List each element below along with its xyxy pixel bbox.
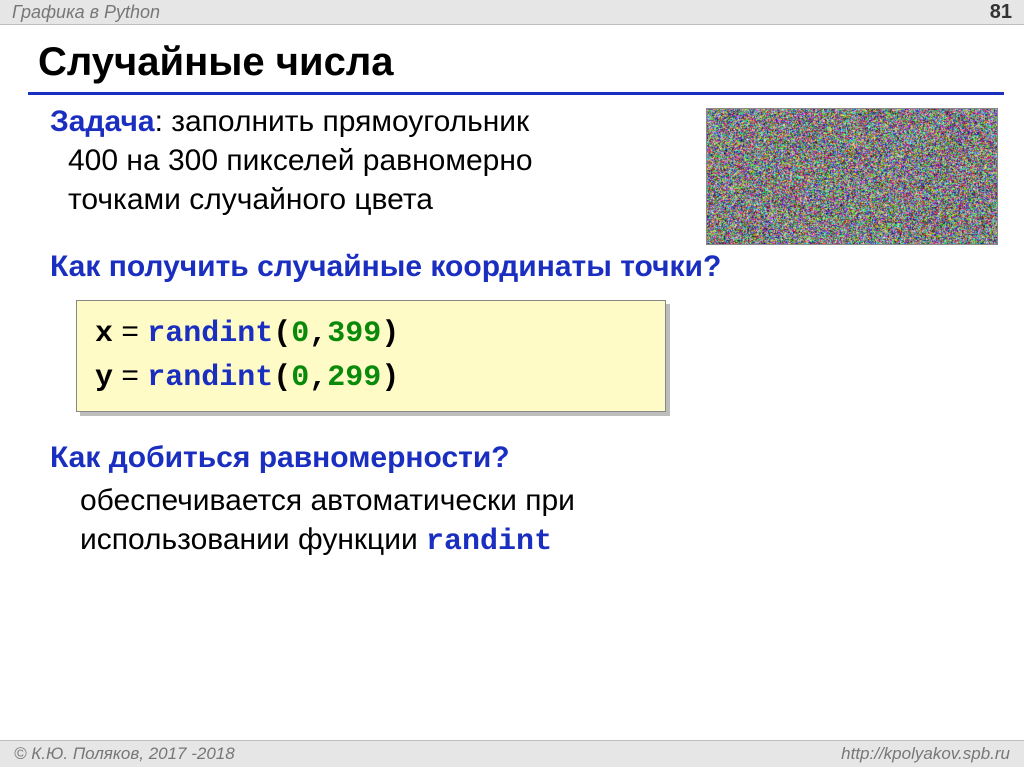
code-block: x = randint(0,399) y = randint(0,299) [76,300,666,412]
code-close2: ) [381,361,399,395]
code-line-2: y = randint(0,299) [95,355,647,399]
code-open2: ( [273,361,291,395]
header-bar: Графика в Python 81 [0,0,1024,25]
answer-line2-text: использовании функции [80,523,426,556]
footer-copyright: © К.Ю. Поляков, 2017 -2018 [14,744,235,764]
task-line3: точками случайного цвета [50,180,984,219]
code-299: 299 [327,361,381,395]
answer-paragraph: обеспечивается автоматически при использ… [50,481,984,562]
slide-title: Случайные числа [38,40,393,85]
answer-line2-mono: randint [426,525,552,559]
code-eq2: = [113,359,147,392]
task-line2: 400 на 300 пикселей равномерно [50,141,984,180]
task-colon: : [155,105,172,138]
slide-body: Задача: заполнить прямоугольник 400 на 3… [50,102,984,562]
task-line1: заполнить прямоугольник [171,105,529,138]
footer-bar: © К.Ю. Поляков, 2017 -2018 http://kpolya… [0,740,1024,767]
code-fn1: randint [147,317,273,351]
code-zero2: 0 [291,361,309,395]
code-close1: ) [381,317,399,351]
code-comma2: , [309,361,327,395]
footer-url: http://kpolyakov.spb.ru [841,744,1010,764]
task-paragraph: Задача: заполнить прямоугольник 400 на 3… [50,102,984,219]
code-line-1: x = randint(0,399) [95,311,647,355]
code-eq1: = [113,315,147,348]
code-zero1: 0 [291,317,309,351]
question-2: Как добиться равномерности? [50,438,984,477]
title-underline [28,92,1004,95]
header-subject: Графика в Python [12,2,160,23]
code-var-x: x [95,317,113,351]
code-var-y: y [95,361,113,395]
answer-line1: обеспечивается автоматически при [80,481,984,520]
code-open1: ( [273,317,291,351]
code-fn2: randint [147,361,273,395]
page-number: 81 [990,1,1012,24]
code-399: 399 [327,317,381,351]
code-comma1: , [309,317,327,351]
task-label: Задача [50,105,155,138]
answer-line2: использовании функции randint [80,520,984,562]
question-1: Как получить случайные координаты точки? [50,247,984,286]
